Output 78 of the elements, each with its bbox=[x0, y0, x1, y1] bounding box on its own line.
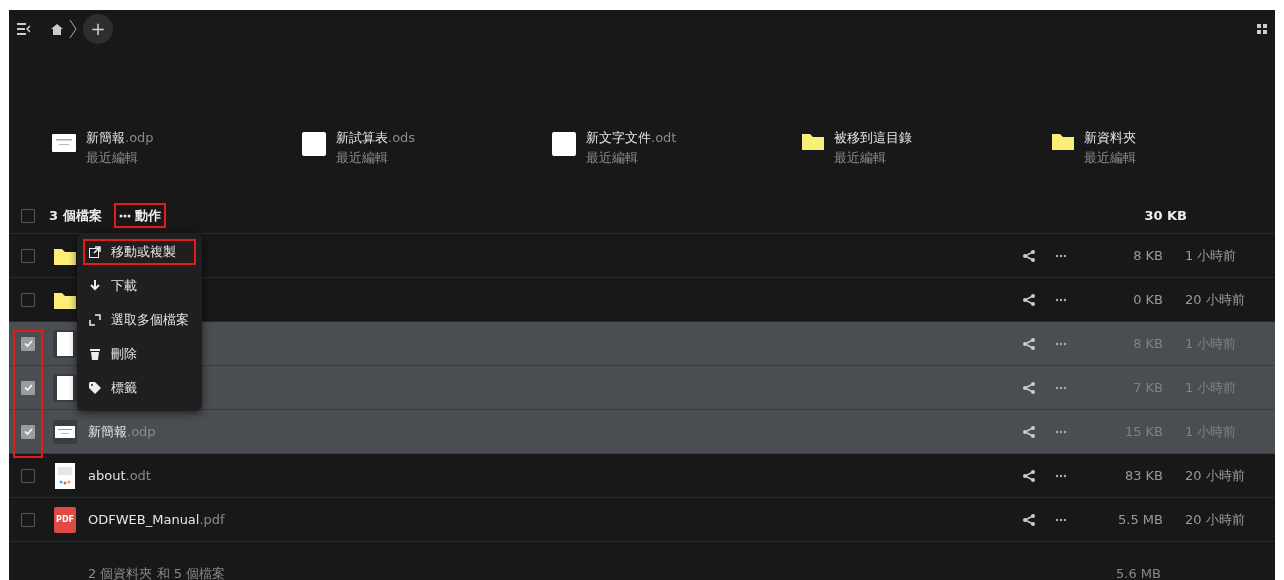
document-thumbnail bbox=[53, 373, 77, 402]
document-thumbnail bbox=[552, 132, 576, 156]
row-checkbox[interactable] bbox=[21, 292, 35, 307]
folder-summary: 2 個資料夾 和 5 個檔案 bbox=[88, 565, 226, 580]
file-name: ODFWEB_Manual.pdf bbox=[88, 510, 226, 529]
file-size: 0 KB bbox=[1132, 290, 1163, 309]
tag-icon bbox=[89, 382, 101, 394]
pdf-file-icon: PDF bbox=[54, 506, 76, 533]
check-icon bbox=[23, 428, 33, 435]
recent-label: 最近編輯 bbox=[586, 148, 638, 167]
recent-label: 最近編輯 bbox=[834, 148, 886, 167]
collapse-menu-icon[interactable] bbox=[17, 23, 31, 35]
recent-label: 最近編輯 bbox=[86, 148, 138, 167]
file-size: 8 KB bbox=[1132, 246, 1163, 265]
modified-time: 20 小時前 bbox=[1185, 510, 1246, 529]
check-icon bbox=[23, 384, 33, 391]
recent-label: 最近編輯 bbox=[1084, 148, 1136, 167]
external-link-icon bbox=[89, 246, 101, 258]
expand-icon bbox=[89, 314, 101, 326]
more-icon bbox=[118, 213, 131, 218]
folder-name[interactable]: 被移到這目錄 bbox=[834, 128, 912, 148]
menu-item[interactable]: 移動或複製 bbox=[83, 239, 196, 265]
row-checkbox[interactable] bbox=[21, 380, 35, 395]
file-row[interactable]: PDF ODFWEB_Manual.pdf 5.5 MB 20 小時前 bbox=[9, 498, 1275, 542]
folder-icon bbox=[54, 246, 76, 265]
share-icon[interactable] bbox=[1023, 469, 1035, 482]
trash-icon bbox=[89, 348, 101, 360]
share-icon[interactable] bbox=[1023, 337, 1035, 350]
file-name[interactable]: 新試算表.ods bbox=[336, 128, 416, 148]
total-size: 30 KB bbox=[1144, 206, 1187, 225]
modified-time: 1 小時前 bbox=[1185, 246, 1238, 265]
grid-icon[interactable] bbox=[1257, 24, 1267, 34]
more-icon[interactable] bbox=[1055, 429, 1067, 434]
file-name: 新簡報.odp bbox=[88, 422, 157, 441]
document-thumbnail bbox=[53, 329, 77, 358]
modified-time: 20 小時前 bbox=[1185, 290, 1246, 309]
more-icon[interactable] bbox=[1055, 341, 1067, 346]
document-thumbnail bbox=[55, 462, 75, 489]
file-size: 83 KB bbox=[1123, 466, 1163, 485]
share-icon[interactable] bbox=[1023, 513, 1035, 526]
presentation-thumbnail bbox=[52, 132, 76, 154]
modified-time: 20 小時前 bbox=[1185, 466, 1246, 485]
file-size: 5.5 MB bbox=[1117, 510, 1163, 529]
folder-icon bbox=[1052, 132, 1074, 150]
document-thumbnail bbox=[302, 132, 326, 156]
check-icon bbox=[23, 340, 33, 347]
share-icon[interactable] bbox=[1023, 293, 1035, 306]
more-icon[interactable] bbox=[1055, 517, 1067, 522]
share-icon[interactable] bbox=[1023, 381, 1035, 394]
home-icon[interactable] bbox=[51, 23, 63, 35]
more-icon[interactable] bbox=[1055, 253, 1067, 258]
menu-item[interactable]: 標籤 bbox=[83, 371, 196, 405]
file-name[interactable]: 新文字文件.odt bbox=[586, 128, 677, 148]
share-icon[interactable] bbox=[1023, 249, 1035, 262]
folder-icon bbox=[802, 132, 824, 150]
folder-icon bbox=[54, 290, 76, 309]
add-button[interactable]: + bbox=[83, 14, 113, 44]
file-name[interactable]: 新簡報.odp bbox=[86, 128, 154, 148]
more-icon[interactable] bbox=[1055, 473, 1067, 478]
folder-name[interactable]: 新資料夾 bbox=[1084, 128, 1136, 148]
download-icon bbox=[89, 280, 101, 292]
recent-label: 最近編輯 bbox=[336, 148, 388, 167]
row-checkbox[interactable] bbox=[21, 248, 35, 263]
file-name: about.odt bbox=[88, 466, 152, 485]
more-icon[interactable] bbox=[1055, 385, 1067, 390]
row-checkbox[interactable] bbox=[21, 512, 35, 527]
row-checkbox[interactable] bbox=[21, 336, 35, 351]
selection-count: 3 個檔案 bbox=[49, 206, 102, 225]
more-icon[interactable] bbox=[1055, 297, 1067, 302]
chevron-icon bbox=[69, 19, 77, 39]
row-checkbox[interactable] bbox=[21, 468, 35, 483]
presentation-thumbnail bbox=[53, 419, 77, 444]
share-icon[interactable] bbox=[1023, 425, 1035, 438]
actions-button[interactable]: 動作 bbox=[113, 202, 166, 229]
row-checkbox[interactable] bbox=[21, 424, 35, 439]
total-size: 5.6 MB bbox=[1116, 565, 1161, 580]
file-row[interactable]: about.odt 83 KB 20 小時前 bbox=[9, 454, 1275, 498]
select-all-checkbox[interactable] bbox=[21, 208, 35, 223]
